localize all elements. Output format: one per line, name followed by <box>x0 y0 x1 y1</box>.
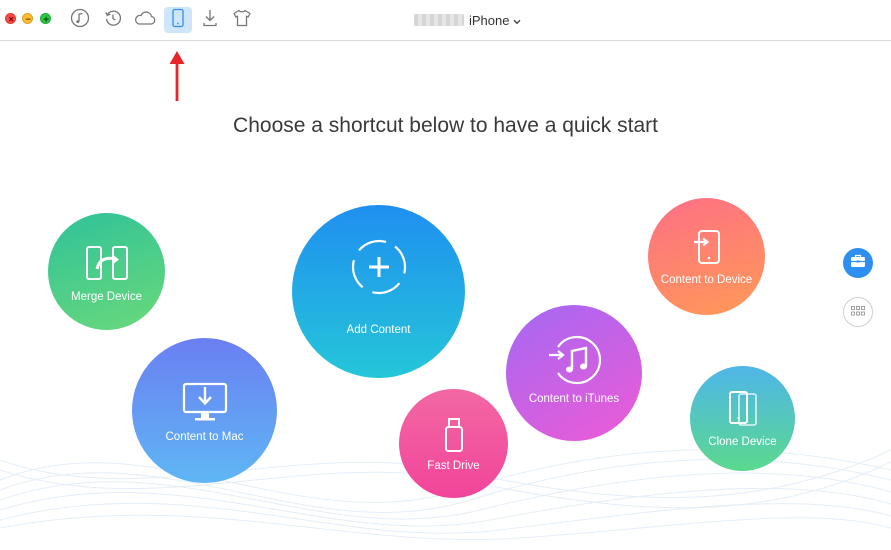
clone-device-label: Clone Device <box>708 436 777 448</box>
app-grid-button[interactable] <box>843 297 873 327</box>
device-name: iPhone <box>469 12 510 28</box>
toolbox-icon <box>850 254 866 273</box>
chevron-down-icon <box>513 13 521 28</box>
download-tab-button[interactable] <box>196 7 224 33</box>
grid-icon <box>851 303 865 321</box>
tshirt-icon <box>232 8 252 33</box>
maximize-window-button[interactable] <box>40 13 51 24</box>
content-to-device-label: Content to Device <box>660 274 753 286</box>
clone-device-icon <box>727 390 759 426</box>
icloud-tab-button[interactable] <box>131 7 159 33</box>
computer-download-icon <box>181 381 229 423</box>
annotation-arrow-icon <box>168 47 186 108</box>
page-title: Choose a shortcut below to have a quick … <box>233 114 658 137</box>
toolbar: iPhone <box>0 0 891 41</box>
device-manager-tab-button[interactable] <box>164 7 192 33</box>
restore-tab-button[interactable] <box>99 7 127 33</box>
music-tab-button[interactable] <box>66 7 94 33</box>
ringtone-tab-button[interactable] <box>228 7 256 33</box>
content-to-mac-label: Content to Mac <box>165 431 244 443</box>
restore-icon <box>103 8 123 33</box>
phone-icon <box>171 8 185 33</box>
content-to-device-shortcut[interactable]: Content to Device <box>648 198 765 315</box>
device-owner-name-redacted <box>414 14 464 26</box>
phone-transfer-icon <box>691 229 723 265</box>
device-selector[interactable]: iPhone <box>414 11 521 29</box>
content-to-itunes-shortcut[interactable]: Content to iTunes <box>506 305 642 441</box>
merge-device-icon <box>85 245 129 281</box>
toolbox-button[interactable] <box>843 248 873 278</box>
add-content-shortcut[interactable]: Add Content <box>292 205 465 378</box>
merge-device-label: Merge Device <box>71 291 142 303</box>
fast-drive-shortcut[interactable]: Fast Drive <box>399 389 508 498</box>
add-icon <box>350 238 408 296</box>
close-window-button[interactable] <box>5 13 16 24</box>
itunes-transfer-icon <box>546 335 602 385</box>
content-to-mac-shortcut[interactable]: Content to Mac <box>132 338 277 483</box>
cloud-icon <box>133 9 157 32</box>
clone-device-shortcut[interactable]: Clone Device <box>690 366 795 471</box>
add-content-label: Add Content <box>346 324 411 336</box>
usb-drive-icon <box>444 417 464 453</box>
music-icon <box>70 8 90 33</box>
merge-device-shortcut[interactable]: Merge Device <box>48 213 165 330</box>
content-to-itunes-label: Content to iTunes <box>528 393 620 405</box>
download-icon <box>201 8 219 33</box>
minimize-window-button[interactable] <box>22 13 33 24</box>
fast-drive-label: Fast Drive <box>427 460 480 472</box>
